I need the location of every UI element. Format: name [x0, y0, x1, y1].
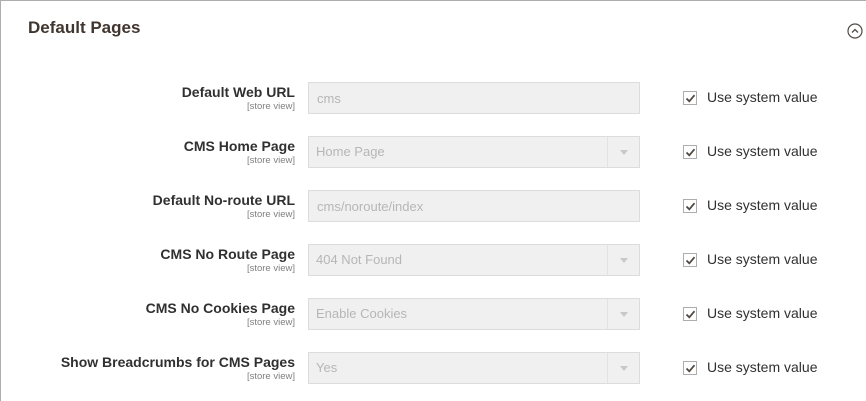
select-divider [607, 137, 608, 167]
field-scope: [store view] [246, 263, 295, 274]
checkmark-icon [685, 256, 696, 265]
collapse-icon[interactable] [847, 23, 863, 39]
cms-home-page-select[interactable]: Home Page [308, 136, 640, 168]
field-scope: [store view] [246, 371, 295, 382]
field-label-group: Default No-route URL [store view] [1, 192, 295, 220]
use-system-value-checkbox[interactable] [683, 253, 697, 267]
select-divider [607, 299, 608, 329]
field-row-cms-no-route-page: CMS No Route Page [store view] 404 Not F… [1, 244, 866, 276]
cms-no-route-page-select[interactable]: 404 Not Found [308, 244, 640, 276]
select-divider [607, 353, 608, 383]
use-system-value-checkbox[interactable] [683, 307, 697, 321]
field-scope: [store view] [246, 155, 295, 166]
use-system-value-checkbox[interactable] [683, 91, 697, 105]
field-label-group: CMS No Cookies Page [store view] [1, 300, 295, 328]
field-row-cms-no-cookies-page: CMS No Cookies Page [store view] Enable … [1, 298, 866, 330]
field-row-default-no-route-url: Default No-route URL [store view] Use sy… [1, 190, 866, 222]
default-web-url-input[interactable] [308, 82, 640, 114]
field-row-default-web-url: Default Web URL [store view] Use system … [1, 82, 866, 114]
chevron-down-icon [620, 312, 628, 317]
checkmark-icon [685, 202, 696, 211]
checkmark-icon [685, 310, 696, 319]
use-system-value-label[interactable]: Use system value [707, 305, 817, 321]
section-title[interactable]: Default Pages [28, 18, 140, 38]
field-scope: [store view] [246, 101, 295, 112]
chevron-down-icon [620, 150, 628, 155]
field-scope: [store view] [246, 317, 295, 328]
use-system-value-label[interactable]: Use system value [707, 197, 817, 213]
checkmark-icon [685, 364, 696, 373]
field-label: CMS Home Page [183, 138, 295, 154]
field-label: CMS No Cookies Page [145, 300, 295, 316]
chevron-down-icon [620, 258, 628, 263]
field-label-group: CMS Home Page [store view] [1, 138, 295, 166]
select-value: Home Page [316, 144, 385, 159]
field-label-group: Show Breadcrumbs for CMS Pages [store vi… [1, 354, 295, 382]
field-label-group: Default Web URL [store view] [1, 84, 295, 112]
select-value: 404 Not Found [316, 252, 403, 267]
use-system-value-checkbox[interactable] [683, 199, 697, 213]
field-scope: [store view] [246, 209, 295, 220]
field-row-show-breadcrumbs: Show Breadcrumbs for CMS Pages [store vi… [1, 352, 866, 384]
select-divider [607, 245, 608, 275]
use-system-value-label[interactable]: Use system value [707, 251, 817, 267]
checkmark-icon [685, 148, 696, 157]
default-no-route-url-input[interactable] [308, 190, 640, 222]
cms-no-cookies-page-select[interactable]: Enable Cookies [308, 298, 640, 330]
field-label-group: CMS No Route Page [store view] [1, 246, 295, 274]
select-value: Yes [316, 360, 338, 375]
select-value: Enable Cookies [316, 306, 408, 321]
show-breadcrumbs-select[interactable]: Yes [308, 352, 640, 384]
field-label: Default Web URL [181, 84, 295, 100]
use-system-value-label[interactable]: Use system value [707, 359, 817, 375]
use-system-value-checkbox[interactable] [683, 145, 697, 159]
default-pages-panel: Default Pages Default Web URL [store vie… [0, 0, 866, 401]
field-label: CMS No Route Page [160, 246, 295, 262]
field-row-cms-home-page: CMS Home Page [store view] Home Page Use… [1, 136, 866, 168]
use-system-value-checkbox[interactable] [683, 361, 697, 375]
use-system-value-label[interactable]: Use system value [707, 143, 817, 159]
field-label: Show Breadcrumbs for CMS Pages [60, 354, 295, 370]
field-label: Default No-route URL [152, 192, 295, 208]
chevron-down-icon [620, 366, 628, 371]
use-system-value-label[interactable]: Use system value [707, 89, 817, 105]
checkmark-icon [685, 94, 696, 103]
